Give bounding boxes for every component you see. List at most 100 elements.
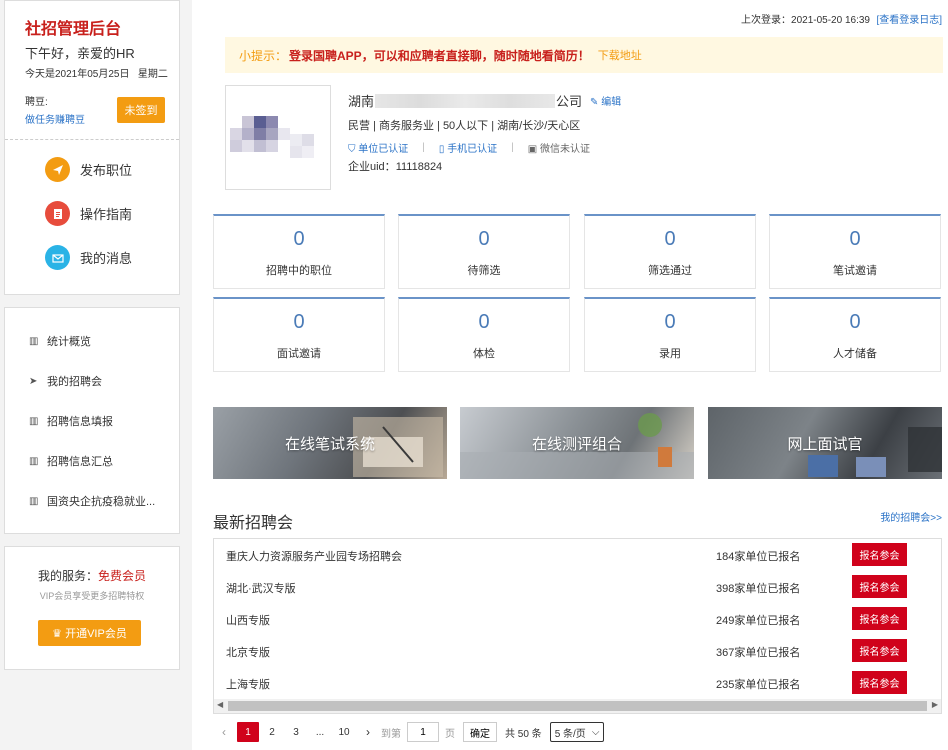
download-link[interactable]: 下载地址 xyxy=(598,47,642,63)
pagination: ‹ 1 2 3 ... 10 › 到第 页 确定 共 50 条 5 条/页 ⌵ xyxy=(213,721,605,743)
company-logo xyxy=(225,85,331,190)
tip-banner: 小提示： 登录国聘APP，可以和应聘者直接聊，随时随地看简历！ 下载地址 xyxy=(225,37,943,73)
scroll-left-icon[interactable]: ◀ xyxy=(217,700,223,709)
menu-label: 我的招聘会 xyxy=(47,376,102,388)
send-icon xyxy=(45,157,70,182)
menu-item-soe[interactable]: ▥ 国资央企抗疫稳就业... xyxy=(29,493,155,509)
signin-button[interactable]: 未签到 xyxy=(117,97,165,123)
paper-plane-icon: ➤ xyxy=(29,375,38,387)
menu-item-stats[interactable]: ▥ 统计概览 xyxy=(29,333,91,349)
main-content: 上次登录：2021-05-20 16:39 [查看登录日志] 小提示： 登录国聘… xyxy=(192,0,948,750)
card-online-interviewer[interactable]: 网上面试官 xyxy=(708,407,942,479)
bar-chart-icon: ▥ xyxy=(29,415,39,427)
blurred-name xyxy=(375,93,556,108)
service-level: 我的服务：免费会员 xyxy=(37,569,147,583)
page-unit: 页 xyxy=(445,728,455,740)
wechat-icon: ▣ xyxy=(527,144,538,155)
shield-icon: ⛉ xyxy=(348,144,356,155)
quick-label: 我的消息 xyxy=(80,251,133,266)
menu-item-my-fairs[interactable]: ➤ 我的招聘会 xyxy=(29,373,102,389)
stat-active-jobs[interactable]: 0 招聘中的职位 xyxy=(213,214,385,289)
page-1[interactable]: 1 xyxy=(237,722,259,742)
quick-label: 发布职位 xyxy=(80,163,133,178)
table-row: 北京专版 367家单位已报名 报名参会 xyxy=(214,635,941,667)
page-3[interactable]: 3 xyxy=(285,722,307,742)
menu-item-info-summary[interactable]: ▥ 招聘信息汇总 xyxy=(29,453,113,469)
table-row: 山西专版 249家单位已报名 报名参会 xyxy=(214,603,941,635)
bar-chart-icon: ▥ xyxy=(29,495,39,507)
bar-chart-icon: ▥ xyxy=(29,455,39,467)
verification-badges: ⛉ 单位已认证 | ▯ 手机已认证 | ▣ 微信未认证 xyxy=(348,142,591,155)
total-count: 共 50 条 xyxy=(505,728,542,740)
stat-passed[interactable]: 0 筛选通过 xyxy=(584,214,756,289)
earn-beans-link[interactable]: 做任务赚聘豆 xyxy=(25,111,85,126)
chevron-down-icon: ⌵ xyxy=(591,726,600,738)
badge-wechat-unverified: ▣ 微信未认证 xyxy=(527,144,591,155)
menu-label: 国资央企抗疫稳就业... xyxy=(47,496,156,508)
join-fair-button[interactable]: 报名参会 xyxy=(852,575,907,598)
company-info: 民营 | 商务服务业 | 50人以下 | 湖南/长沙/天心区 xyxy=(348,120,581,132)
quick-guide[interactable]: 操作指南 xyxy=(45,201,132,226)
page-size-select[interactable]: 5 条/页 ⌵ xyxy=(549,722,605,742)
stat-hired[interactable]: 0 录用 xyxy=(584,297,756,372)
divider xyxy=(5,139,179,140)
menu-label: 招聘信息汇总 xyxy=(47,456,113,468)
open-vip-button[interactable]: ♛ 开通VIP会员 xyxy=(38,620,141,646)
join-fair-button[interactable]: 报名参会 xyxy=(852,671,907,694)
edit-company-link[interactable]: ✎ 编辑 xyxy=(590,93,621,108)
join-fair-button[interactable]: 报名参会 xyxy=(852,607,907,630)
card-online-exam[interactable]: 在线笔试系统 xyxy=(213,407,447,479)
login-log-link[interactable]: [查看登录日志] xyxy=(876,11,942,26)
badge-company-verified: ⛉ 单位已认证 xyxy=(348,144,409,155)
quick-messages[interactable]: 我的消息 xyxy=(45,245,132,270)
my-fairs-link[interactable]: 我的招聘会>> xyxy=(880,509,942,524)
jump-label: 到第 xyxy=(381,728,401,740)
current-date: 今天是2021年05月25日 星期二 xyxy=(25,69,168,80)
edit-icon: ✎ xyxy=(590,97,599,108)
horizontal-scrollbar[interactable]: ◀ ▶ xyxy=(214,699,941,713)
card-online-assessment[interactable]: 在线测评组合 xyxy=(460,407,694,479)
user-panel: 社招管理后台 下午好，亲爱的HR 今天是2021年05月25日 星期二 聘豆: … xyxy=(4,0,180,295)
jump-page-input[interactable] xyxy=(407,722,439,742)
quick-label: 操作指南 xyxy=(80,207,133,222)
phone-icon: ▯ xyxy=(438,144,445,155)
stat-interview[interactable]: 0 面试邀请 xyxy=(213,297,385,372)
service-subtitle: VIP会员享受更多招聘特权 xyxy=(39,591,145,601)
badge-phone-verified: ▯ 手机已认证 xyxy=(438,144,498,155)
scroll-thumb[interactable] xyxy=(228,701,927,711)
tip-prefix: 小提示： xyxy=(239,48,288,63)
table-row: 湖北·武汉专版 398家单位已报名 报名参会 xyxy=(214,571,941,603)
mail-icon xyxy=(45,245,70,270)
greeting: 下午好，亲爱的HR xyxy=(25,46,135,61)
crown-icon: ♛ xyxy=(52,628,63,640)
table-row: 上海专版 235家单位已报名 报名参会 xyxy=(214,667,941,699)
bean-label: 聘豆: xyxy=(25,97,48,108)
company-uid: 企业uid：11118824 xyxy=(348,161,443,173)
bar-chart-icon: ▥ xyxy=(29,335,39,347)
table-row: 重庆人力资源服务产业园专场招聘会 184家单位已报名 报名参会 xyxy=(214,539,941,571)
brand-title: 社招管理后台 xyxy=(25,21,122,38)
jump-confirm-button[interactable]: 确定 xyxy=(463,722,497,742)
document-icon xyxy=(45,201,70,226)
sidebar: 社招管理后台 下午好，亲爱的HR 今天是2021年05月25日 星期二 聘豆: … xyxy=(0,0,185,750)
stat-talent-pool[interactable]: 0 人才储备 xyxy=(769,297,941,372)
fairs-table: 重庆人力资源服务产业园专场招聘会 184家单位已报名 报名参会 湖北·武汉专版 39… xyxy=(213,538,942,714)
tip-message: 登录国聘APP，可以和应聘者直接聊，随时随地看简历！ xyxy=(289,48,590,63)
menu-item-info-fill[interactable]: ▥ 招聘信息填报 xyxy=(29,413,113,429)
next-page-icon[interactable]: › xyxy=(357,722,379,742)
stat-pending[interactable]: 0 待筛选 xyxy=(398,214,570,289)
service-panel: 我的服务：免费会员 VIP会员享受更多招聘特权 ♛ 开通VIP会员 xyxy=(4,546,180,670)
stat-medical[interactable]: 0 体检 xyxy=(398,297,570,372)
menu-label: 招聘信息填报 xyxy=(47,416,113,428)
stat-written-test[interactable]: 0 笔试邀请 xyxy=(769,214,941,289)
prev-page-icon[interactable]: ‹ xyxy=(213,722,235,742)
join-fair-button[interactable]: 报名参会 xyxy=(852,639,907,662)
section-title: 最新招聘会 xyxy=(213,515,294,532)
page-ellipsis: ... xyxy=(315,726,325,738)
menu-label: 统计概览 xyxy=(47,336,91,348)
page-10[interactable]: 10 xyxy=(333,722,355,742)
quick-post-job[interactable]: 发布职位 xyxy=(45,157,132,182)
scroll-right-icon[interactable]: ▶ xyxy=(932,700,938,709)
page-2[interactable]: 2 xyxy=(261,722,283,742)
join-fair-button[interactable]: 报名参会 xyxy=(852,543,907,566)
